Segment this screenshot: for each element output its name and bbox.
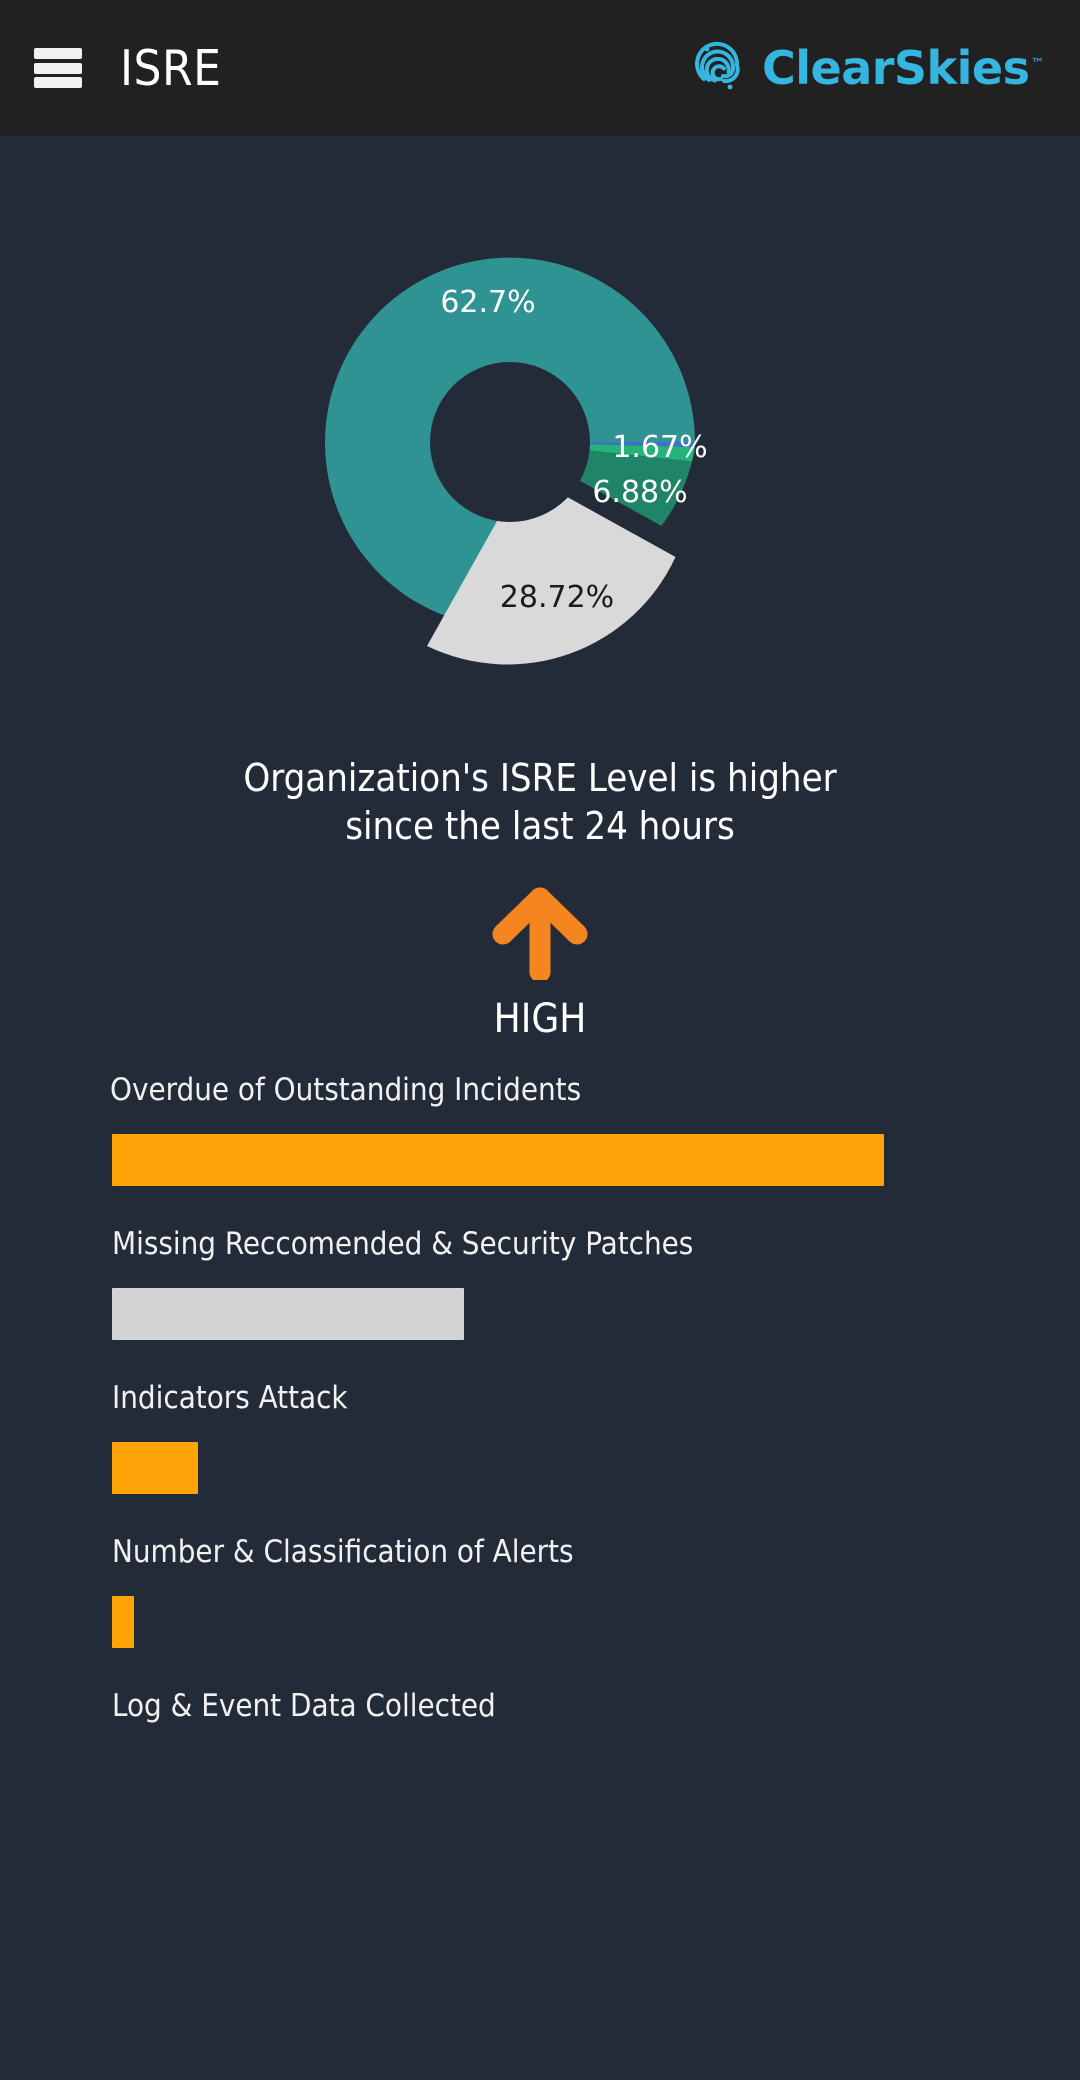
hamburger-bar: [34, 62, 82, 74]
pie-label-4: 28.72%: [500, 580, 614, 615]
trademark-symbol: ™: [1030, 55, 1045, 72]
isre-donut-chart[interactable]: 62.7% 1.67% 6.88% 28.72%: [0, 142, 1080, 732]
page-title: ISRE: [120, 39, 222, 97]
metric-row[interactable]: Indicators Attack: [112, 1380, 1080, 1494]
metric-label: Indicators Attack: [112, 1380, 348, 1416]
metric-label: Number & Classification of Alerts: [112, 1534, 574, 1570]
brand-name: ClearSkies™: [761, 41, 1045, 95]
metric-label: Missing Reccomended & Security Patches: [112, 1226, 694, 1262]
metrics-list: Overdue of Outstanding Incidents Missing…: [0, 1072, 1080, 1802]
metric-bar[interactable]: [112, 1442, 198, 1494]
metric-row[interactable]: Missing Reccomended & Security Patches: [112, 1226, 1080, 1340]
hamburger-menu-icon[interactable]: [34, 48, 82, 88]
hamburger-bar: [34, 77, 82, 88]
metric-row[interactable]: Number & Classification of Alerts: [112, 1534, 1080, 1648]
metric-label: Overdue of Outstanding Incidents: [110, 1072, 582, 1108]
pie-label-3: 6.88%: [592, 475, 687, 510]
metric-row[interactable]: Overdue of Outstanding Incidents: [110, 1072, 1080, 1186]
isre-status-block: Organization's ISRE Level is higher sinc…: [0, 754, 1080, 1042]
clearskies-spiral-logo-icon: [690, 35, 752, 101]
metric-bar[interactable]: [112, 1596, 134, 1648]
brand-logo[interactable]: ClearSkies™: [690, 35, 1044, 101]
pie-label-0: 62.7%: [440, 285, 535, 320]
donut-center-hole: [430, 362, 590, 522]
status-message-line-2: since the last 24 hours: [345, 804, 735, 848]
donut-chart-svg: 62.7% 1.67% 6.88% 28.72%: [325, 257, 708, 665]
pie-label-2: 1.67%: [612, 430, 707, 465]
metric-label: Log & Event Data Collected: [112, 1688, 496, 1724]
metric-bar[interactable]: [112, 1134, 884, 1186]
metric-bar[interactable]: [112, 1288, 464, 1340]
arrow-up-icon: [492, 887, 588, 980]
metric-row[interactable]: Log & Event Data Collected: [112, 1688, 1080, 1802]
hamburger-bar: [34, 48, 82, 59]
status-message-line-1: Organization's ISRE Level is higher: [243, 756, 837, 800]
trend-arrow-container: [0, 884, 1080, 980]
app-header: ISRE ClearSkies™: [0, 0, 1080, 136]
isre-level-value: HIGH: [493, 996, 587, 1042]
